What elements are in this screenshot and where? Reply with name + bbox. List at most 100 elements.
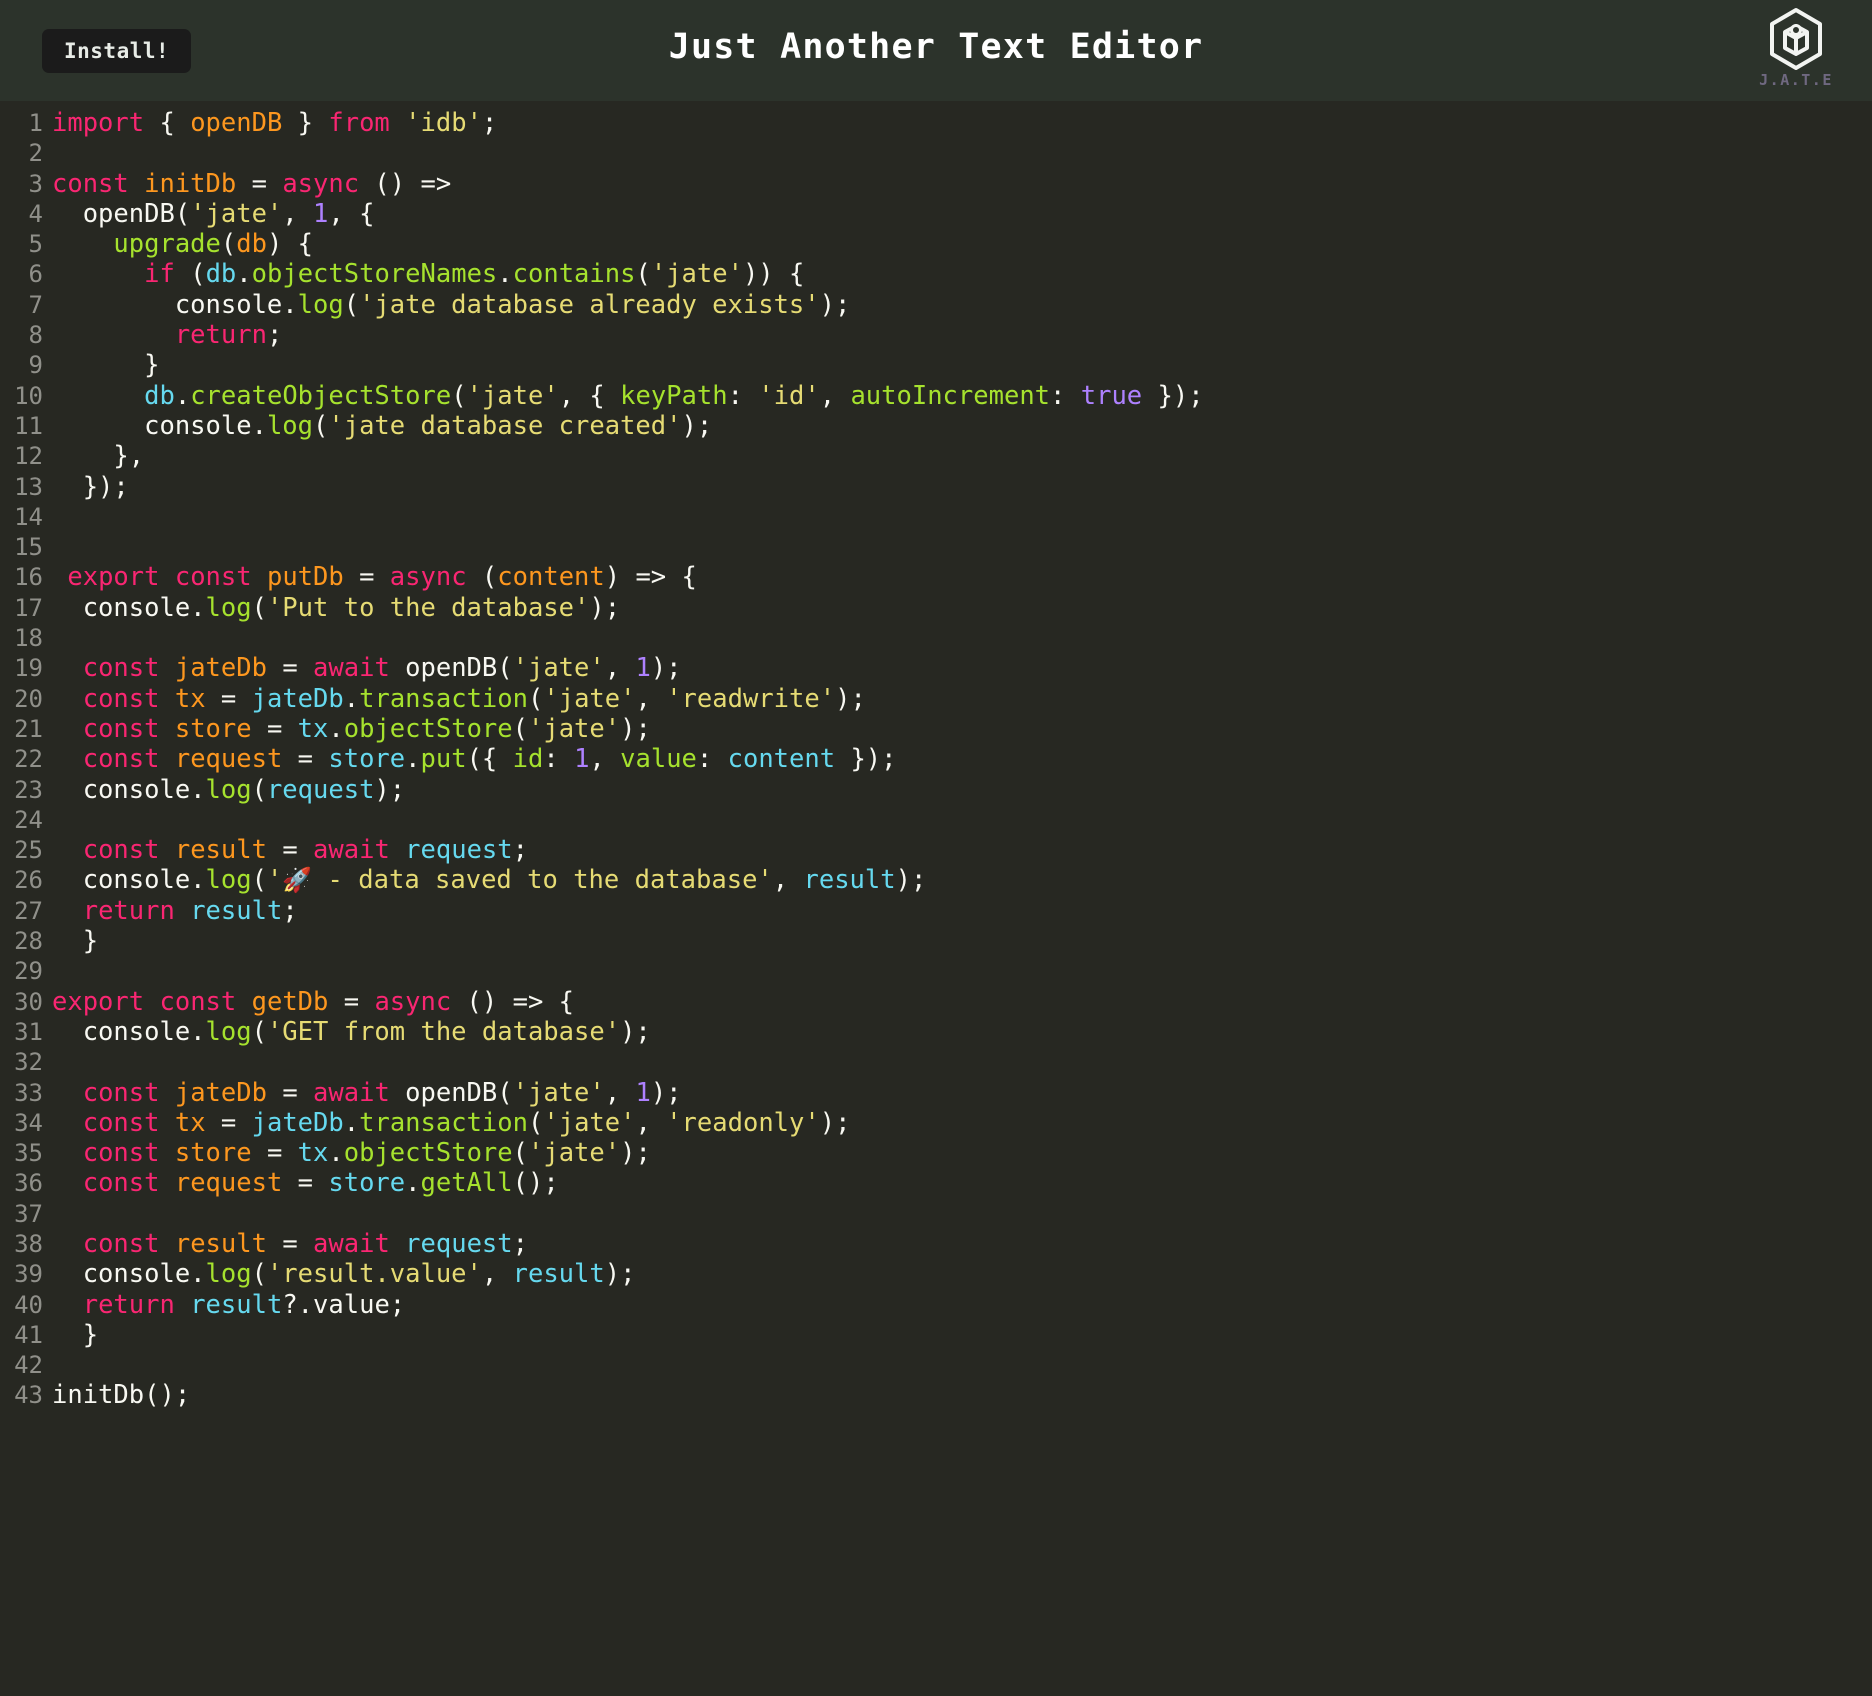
token-pun: , (604, 1077, 636, 1108)
code-line[interactable]: 13 }); (0, 472, 1872, 502)
code-line[interactable]: 22 const request = store.put({ id: 1, va… (0, 744, 1872, 774)
token-key: value (620, 744, 697, 775)
code-line[interactable]: 24 (0, 805, 1872, 835)
code-line[interactable]: 31 console.log('GET from the database'); (0, 1017, 1872, 1047)
line-number: 42 (14, 1351, 43, 1380)
code-line[interactable]: 37 (0, 1199, 1872, 1229)
token-pun (52, 1229, 83, 1259)
token-pun (175, 1290, 190, 1320)
token-pun: ( (251, 774, 267, 805)
token-pun: }); (1142, 380, 1204, 411)
code-line[interactable]: 2 (0, 138, 1872, 168)
code-line-content: console.log(request); (52, 775, 1872, 805)
token-kw: await (313, 1228, 390, 1259)
token-pun: openDB( (389, 1077, 513, 1108)
code-line-content: const result = await request; (52, 835, 1872, 865)
token-pun: } (282, 108, 329, 138)
code-line[interactable]: 27 return result; (0, 896, 1872, 926)
code-line[interactable]: 11 console.log('jate database created'); (0, 411, 1872, 441)
token-pun: ( (528, 1107, 544, 1138)
code-line[interactable]: 36 const request = store.getAll(); (0, 1168, 1872, 1198)
token-fn: objectStoreNames (251, 259, 498, 290)
code-line[interactable]: 30 export const getDb = async () => { (0, 987, 1872, 1017)
token-pun (52, 229, 113, 259)
code-line[interactable]: 1 import { openDB } from 'idb'; (0, 108, 1872, 138)
token-pun (159, 684, 174, 714)
code-line[interactable]: 16 export const putDb = async (content) … (0, 562, 1872, 592)
code-line[interactable]: 14 (0, 502, 1872, 532)
code-line[interactable]: 18 (0, 623, 1872, 653)
code-line[interactable]: 25 const result = await request; (0, 835, 1872, 865)
token-pun: = (205, 683, 252, 714)
code-line[interactable]: 32 (0, 1047, 1872, 1077)
token-pun: ); (835, 683, 866, 714)
code-line[interactable]: 17 console.log('Put to the database'); (0, 593, 1872, 623)
code-line[interactable]: 41 } (0, 1320, 1872, 1350)
token-pun (52, 1290, 83, 1320)
line-number: 23 (14, 775, 43, 804)
code-line-content: const initDb = async () => (52, 169, 1872, 199)
code-line[interactable]: 19 const jateDb = await openDB('jate', 1… (0, 653, 1872, 683)
code-line[interactable]: 6 if (db.objectStoreNames.contains('jate… (0, 259, 1872, 289)
code-line-content: upgrade(db) { (52, 229, 1872, 259)
token-def: content (497, 562, 605, 593)
token-pun: ( (466, 562, 498, 593)
code-line[interactable]: 12 }, (0, 441, 1872, 471)
code-line[interactable]: 35 const store = tx.objectStore('jate'); (0, 1138, 1872, 1168)
code-line[interactable]: 42 (0, 1350, 1872, 1380)
token-def: store (174, 713, 252, 744)
code-line[interactable]: 21 const store = tx.objectStore('jate'); (0, 714, 1872, 744)
page-title: Just Another Text Editor (668, 27, 1204, 67)
token-kw: const (82, 744, 160, 775)
code-line[interactable]: 3 const initDb = async () => (0, 169, 1872, 199)
code-line-content: console.log('jate database already exist… (52, 290, 1872, 320)
code-line[interactable]: 29 (0, 956, 1872, 986)
app-header: Install! Just Another Text Editor J.A.T.… (0, 0, 1872, 101)
code-line[interactable]: 9 } (0, 350, 1872, 380)
token-kw: const (82, 713, 160, 744)
code-line[interactable]: 38 const result = await request; (0, 1229, 1872, 1259)
code-line[interactable]: 7 console.log('jate database already exi… (0, 290, 1872, 320)
code-line[interactable]: 15 (0, 532, 1872, 562)
token-var: tx (297, 713, 329, 744)
token-pun: () => (359, 168, 452, 199)
code-line[interactable]: 26 console.log('🚀 - data saved to the da… (0, 865, 1872, 895)
token-pun: ( (251, 865, 267, 896)
token-def: jateDb (174, 653, 267, 684)
token-str: 'jate' (528, 713, 621, 744)
token-pun: , { (328, 198, 375, 229)
token-pun (144, 987, 159, 1017)
code-line[interactable]: 23 console.log(request); (0, 775, 1872, 805)
code-line[interactable]: 20 const tx = jateDb.transaction('jate',… (0, 684, 1872, 714)
token-pun: console. (52, 1016, 206, 1047)
code-line[interactable]: 34 const tx = jateDb.transaction('jate',… (0, 1108, 1872, 1138)
line-number: 33 (14, 1078, 43, 1107)
code-line[interactable]: 40 return result?.value; (0, 1290, 1872, 1320)
code-line[interactable]: 28 } (0, 926, 1872, 956)
token-pun: = (343, 562, 390, 593)
code-line[interactable]: 33 const jateDb = await openDB('jate', 1… (0, 1078, 1872, 1108)
code-line[interactable]: 43 initDb(); (0, 1380, 1872, 1410)
token-pun (390, 108, 405, 138)
code-line-content: const request = store.getAll(); (52, 1168, 1872, 1198)
code-line[interactable]: 4 openDB('jate', 1, { (0, 199, 1872, 229)
line-number: 13 (14, 472, 43, 501)
token-pun: openDB( (389, 653, 513, 684)
token-pun: ( (528, 683, 544, 714)
code-lines-container[interactable]: 1 import { openDB } from 'idb'; 2 3 const in… (0, 108, 1872, 1411)
token-pun (52, 1108, 83, 1138)
token-var: store (328, 1168, 406, 1199)
token-pun (159, 653, 174, 683)
token-pun: = (282, 744, 329, 775)
token-fn: getAll (420, 1168, 513, 1199)
code-editor[interactable]: 1 import { openDB } from 'idb'; 2 3 const in… (0, 101, 1872, 1696)
line-number: 41 (14, 1320, 43, 1349)
code-line[interactable]: 8 return; (0, 320, 1872, 350)
line-number: 36 (14, 1169, 43, 1198)
code-line[interactable]: 5 upgrade(db) { (0, 229, 1872, 259)
code-line[interactable]: 39 console.log('result.value', result); (0, 1259, 1872, 1289)
token-def: jateDb (174, 1077, 267, 1108)
code-line[interactable]: 10 db.createObjectStore('jate', { keyPat… (0, 381, 1872, 411)
token-var: result (803, 865, 896, 896)
token-pun: ( (512, 1138, 528, 1169)
